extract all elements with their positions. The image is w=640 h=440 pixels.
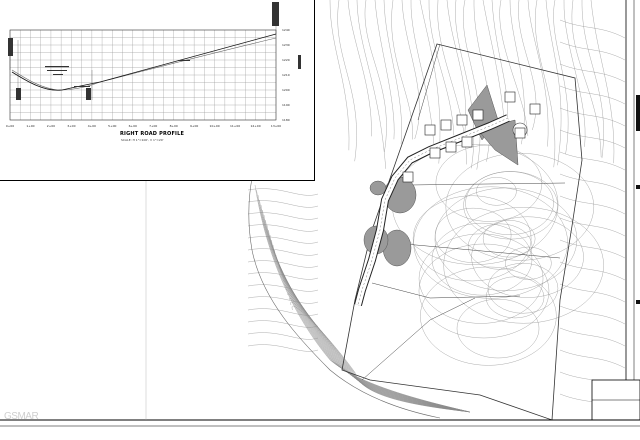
station-label: 10+00 bbox=[210, 124, 220, 128]
station-label: 8+00 bbox=[170, 124, 178, 128]
tree-clusters bbox=[363, 84, 519, 267]
station-label: 12+00 bbox=[250, 124, 260, 128]
station-label: 1+00 bbox=[26, 124, 34, 128]
profile-title: RIGHT ROAD PROFILE bbox=[120, 131, 185, 137]
station-labels: 0+00 1+00 2+00 3+00 4+00 5+00 6+00 7+00 8+00 9+00… bbox=[6, 124, 281, 128]
profile-scale: SCALE: H 1"=100', V 1"=20' bbox=[121, 138, 164, 142]
lot-line-5 bbox=[417, 43, 441, 121]
elevation-label: 1190 bbox=[282, 103, 290, 107]
profile-annotation-marks bbox=[8, 2, 301, 100]
elevation-label: 1180 bbox=[282, 118, 290, 122]
bottom-margin bbox=[0, 419, 640, 440]
lot-line-2 bbox=[404, 243, 561, 259]
lot-line-4 bbox=[361, 297, 476, 381]
watermark-logo: GSMAR bbox=[4, 411, 39, 422]
road-surface bbox=[355, 115, 510, 306]
proposed-grade-line bbox=[11, 33, 277, 91]
elevation-label: 1220 bbox=[282, 58, 290, 62]
station-label: 9+00 bbox=[190, 124, 198, 128]
station-label: 13+00 bbox=[271, 124, 281, 128]
elevation-label: 1240 bbox=[282, 28, 290, 32]
site-plan-sheet: 0+00 1+00 2+00 3+00 4+00 5+00 6+00 7+00 8+00 9+00… bbox=[0, 0, 640, 440]
station-label: 2+00 bbox=[47, 124, 55, 128]
station-label: 6+00 bbox=[129, 124, 137, 128]
elevation-label: 1210 bbox=[282, 73, 290, 77]
station-label: 11+00 bbox=[230, 124, 240, 128]
elevation-labels: 1240 1230 1220 1210 1200 1190 1180 bbox=[282, 28, 290, 122]
station-label: 0+00 bbox=[6, 124, 14, 128]
station-label: 3+00 bbox=[67, 124, 75, 128]
station-label: 5+00 bbox=[108, 124, 116, 128]
profile-grid bbox=[9, 29, 277, 121]
existing-grade-line bbox=[11, 37, 277, 91]
road-profile-panel: 0+00 1+00 2+00 3+00 4+00 5+00 6+00 7+00 8+00 9+00… bbox=[0, 0, 315, 181]
elevation-label: 1200 bbox=[282, 88, 290, 92]
road-profile-chart: 0+00 1+00 2+00 3+00 4+00 5+00 6+00 7+00 8+00 9+00… bbox=[6, 2, 301, 128]
station-label: 4+00 bbox=[88, 124, 96, 128]
elevation-label: 1230 bbox=[282, 43, 290, 47]
station-label: 7+00 bbox=[149, 124, 157, 128]
